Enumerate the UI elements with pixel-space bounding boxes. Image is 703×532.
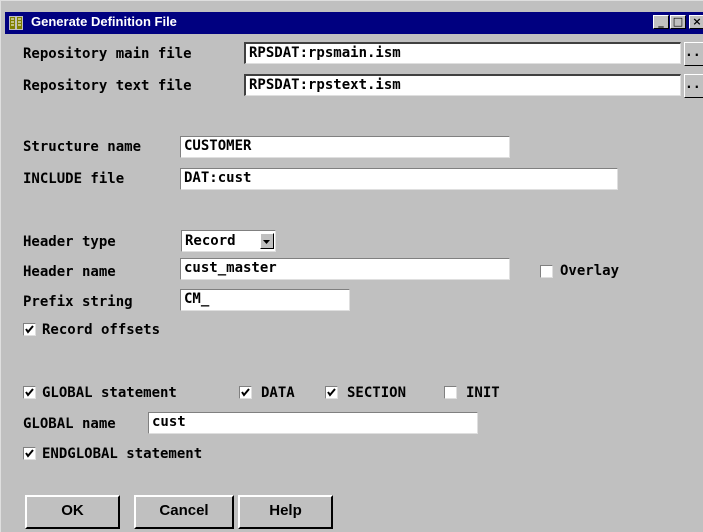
endglobal-statement-label: ENDGLOBAL statement	[42, 446, 203, 462]
check-icon	[25, 325, 34, 334]
check-icon	[327, 388, 336, 397]
check-icon	[25, 388, 34, 397]
global-statement-checkbox[interactable]	[23, 386, 36, 399]
maximize-button[interactable]: □	[670, 15, 686, 29]
structure-name-label: Structure name	[23, 139, 142, 155]
global-name-field[interactable]: cust	[148, 412, 478, 434]
close-button[interactable]: ×	[689, 15, 703, 29]
repository-text-field[interactable]: RPSDAT:rpstext.ism	[244, 74, 681, 96]
prefix-string-label: Prefix string	[23, 294, 133, 310]
ellipsis-icon: ...	[685, 77, 703, 92]
prefix-string-field[interactable]: CM_	[180, 289, 350, 311]
maximize-icon: □	[672, 15, 684, 28]
header-name-field[interactable]: cust_master	[180, 258, 510, 280]
overlay-label: Overlay	[560, 263, 620, 279]
include-file-label: INCLUDE file	[23, 171, 125, 187]
repository-text-label: Repository text file	[23, 78, 192, 94]
global-name-label: GLOBAL name	[23, 416, 116, 432]
overlay-checkbox[interactable]	[540, 265, 553, 278]
browse-main-button[interactable]: ...	[684, 42, 703, 66]
browse-text-button[interactable]: ...	[684, 74, 703, 98]
init-checkbox[interactable]	[444, 386, 457, 399]
section-checkbox[interactable]	[325, 386, 338, 399]
endglobal-statement-checkbox[interactable]	[23, 447, 36, 460]
data-label: DATA	[261, 385, 295, 401]
init-label: INIT	[466, 385, 500, 401]
header-type-select[interactable]: Record	[181, 230, 276, 252]
section-label: SECTION	[347, 385, 407, 401]
check-icon	[25, 449, 34, 458]
window-title: Generate Definition File	[31, 14, 177, 29]
ellipsis-icon: ...	[685, 45, 703, 60]
include-file-field[interactable]: DAT:cust	[180, 168, 618, 190]
structure-name-field[interactable]: CUSTOMER	[180, 136, 510, 158]
check-icon	[241, 388, 250, 397]
data-checkbox[interactable]	[239, 386, 252, 399]
global-statement-label: GLOBAL statement	[42, 385, 177, 401]
chevron-down-icon[interactable]	[260, 233, 274, 249]
header-type-value: Record	[185, 233, 236, 249]
app-icon	[9, 16, 23, 30]
generate-definition-dialog: Generate Definition File _ □ × Repositor…	[0, 0, 703, 532]
record-offsets-label: Record offsets	[42, 322, 161, 338]
close-icon: ×	[692, 15, 702, 28]
repository-main-field[interactable]: RPSDAT:rpsmain.ism	[244, 42, 681, 64]
repository-main-label: Repository main file	[23, 46, 192, 62]
header-type-label: Header type	[23, 234, 116, 250]
ok-button[interactable]: OK	[25, 495, 120, 529]
help-button[interactable]: Help	[238, 495, 333, 529]
header-name-label: Header name	[23, 264, 116, 280]
record-offsets-checkbox[interactable]	[23, 323, 36, 336]
minimize-icon: _	[658, 15, 664, 28]
cancel-button[interactable]: Cancel	[134, 495, 234, 529]
minimize-button[interactable]: _	[653, 15, 669, 29]
